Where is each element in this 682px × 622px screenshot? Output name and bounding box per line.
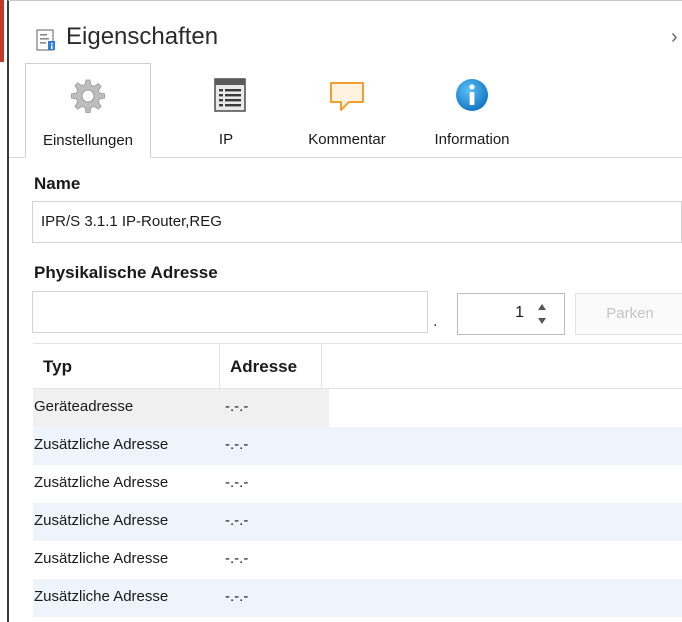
cell-address: -.-.- xyxy=(225,550,249,567)
column-divider[interactable] xyxy=(321,344,322,390)
cell-address: -.-.- xyxy=(225,398,249,415)
physical-address-label: Physikalische Adresse xyxy=(34,263,218,282)
cell-type: Zusätzliche Adresse xyxy=(34,474,169,491)
cell-type: Zusätzliche Adresse xyxy=(34,512,169,529)
tab-bar: Einstellungen IP Kommentar Information xyxy=(9,63,682,158)
table-row[interactable]: Geräteadresse -.-.- xyxy=(33,389,682,427)
tab-label: Information xyxy=(434,131,510,148)
park-button[interactable]: Parken xyxy=(575,293,682,335)
panel-header: Eigenschaften › xyxy=(9,1,682,51)
gear-icon xyxy=(71,79,105,113)
cell-type: Zusätzliche Adresse xyxy=(34,550,169,567)
stepper-arrows-icon[interactable] xyxy=(536,300,548,328)
cell-address: -.-.- xyxy=(225,436,249,453)
table-header: Typ Adresse xyxy=(33,343,682,390)
panel-title: Eigenschaften xyxy=(66,23,219,50)
info-icon xyxy=(456,79,488,111)
tab-kommentar[interactable]: Kommentar xyxy=(295,63,399,157)
table-row[interactable]: Zusätzliche Adresse -.-.- xyxy=(33,465,682,503)
name-label: Name xyxy=(34,174,81,193)
tab-label: Kommentar xyxy=(308,131,386,148)
address-area-field[interactable] xyxy=(32,291,428,333)
tab-label: Einstellungen xyxy=(42,132,134,149)
window-left-edge xyxy=(0,0,7,622)
device-number-value: 1 xyxy=(515,304,524,321)
device-number-stepper[interactable]: 1 xyxy=(457,293,565,335)
table-row[interactable]: Zusätzliche Adresse -.-.- xyxy=(33,427,682,465)
comment-icon xyxy=(330,82,364,111)
tab-einstellungen[interactable]: Einstellungen xyxy=(25,63,151,158)
collapse-chevron-icon[interactable]: › xyxy=(671,26,678,49)
properties-panel: Eigenschaften › Einstellungen IP Komment… xyxy=(7,0,682,622)
table-row[interactable]: Zusätzliche Adresse -.-.- xyxy=(33,579,682,617)
red-accent-strip xyxy=(0,0,4,62)
list-document-icon xyxy=(214,78,246,112)
tab-ip[interactable]: IP xyxy=(169,63,291,157)
table-row[interactable]: Zusätzliche Adresse -.-.- xyxy=(33,503,682,541)
table-row[interactable]: Zusätzliche Adresse -.-.- xyxy=(33,541,682,579)
name-field[interactable]: IPR/S 3.1.1 IP-Router,REG xyxy=(32,201,682,243)
cell-address: -.-.- xyxy=(225,588,249,605)
tab-information[interactable]: Information xyxy=(417,63,527,157)
cell-type: Geräteadresse xyxy=(34,398,134,415)
cell-type: Zusätzliche Adresse xyxy=(34,436,169,453)
address-separator: . xyxy=(433,313,438,330)
properties-icon xyxy=(36,29,55,51)
column-header-typ[interactable]: Typ xyxy=(43,357,72,377)
tab-label: IP xyxy=(218,131,234,148)
cell-address: -.-.- xyxy=(225,474,249,491)
cell-type: Zusätzliche Adresse xyxy=(34,588,169,605)
column-divider[interactable] xyxy=(219,344,220,390)
name-value: IPR/S 3.1.1 IP-Router,REG xyxy=(41,213,222,230)
cell-address: -.-.- xyxy=(225,512,249,529)
column-header-adresse[interactable]: Adresse xyxy=(230,357,297,377)
